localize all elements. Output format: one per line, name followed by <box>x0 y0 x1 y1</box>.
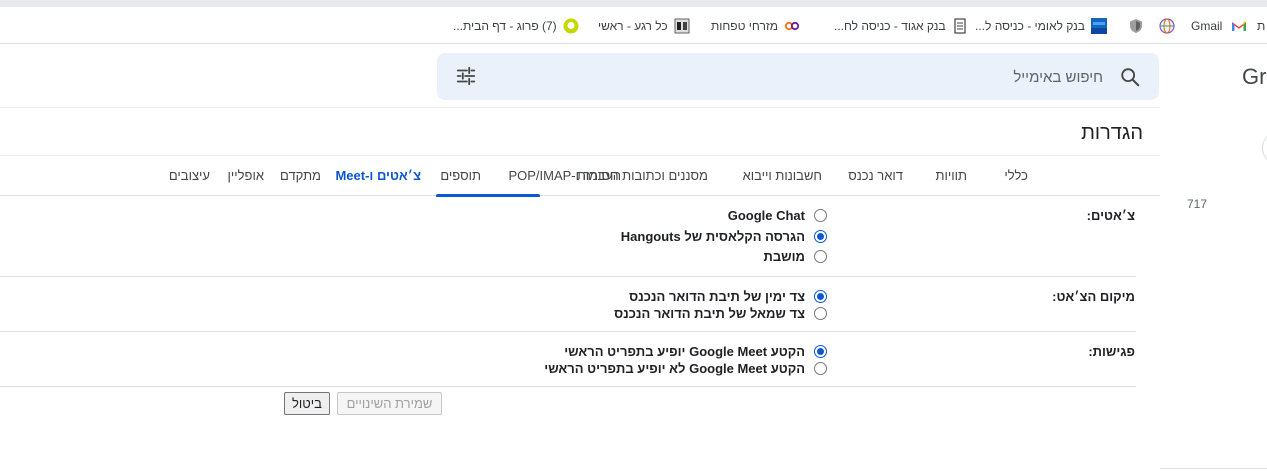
chat-position-radio-right[interactable] <box>814 289 827 303</box>
meet-option-hide[interactable]: הקטע Google Meet לא יופיע בתפריט הראשי <box>544 359 827 377</box>
bookmark-globe[interactable] <box>1159 16 1175 36</box>
tab-chat-meet[interactable]: צ׳אטים ו-Meet <box>335 168 421 183</box>
chat-position-right[interactable]: צד ימין של תיבת הדואר הנכנס <box>629 287 827 305</box>
side-divider <box>1160 468 1267 469</box>
row-divider <box>0 386 1136 387</box>
active-tab-indicator <box>436 194 540 197</box>
search-bar <box>437 53 1159 100</box>
bookmark-partial[interactable]: ת <box>1257 16 1265 36</box>
chat-radio-off[interactable] <box>814 249 827 263</box>
bookmark-frog[interactable]: (7) פרוג - דף הבית... <box>453 16 579 36</box>
gmail-icon <box>1232 21 1246 31</box>
tab-advanced[interactable]: מתקדם <box>280 168 321 183</box>
side-panel-button[interactable] <box>1262 131 1267 165</box>
chat-bubble-icon <box>563 18 579 34</box>
tab-inbox[interactable]: דואר נכנס <box>848 168 903 183</box>
bookmark-mizrahi[interactable]: מזרחי טפחות <box>711 16 800 36</box>
option-label: Google Chat <box>727 207 805 223</box>
globe-icon <box>1159 18 1175 34</box>
tab-labels[interactable]: תוויות <box>936 168 967 183</box>
option-label: הקטע Google Meet יופיע בתפריט הראשי <box>564 343 805 359</box>
bookmark-label: ת <box>1257 19 1266 33</box>
gmail-logo-partial[interactable]: Gr <box>1242 64 1266 90</box>
row-divider <box>0 276 1136 277</box>
tab-addons[interactable]: תוספים <box>440 168 481 183</box>
search-input[interactable] <box>543 65 1103 89</box>
bookmark-gmail[interactable]: Gmail <box>1191 16 1222 36</box>
option-label: הגרסה הקלאסית של Hangouts <box>620 228 805 244</box>
bank-leumi-icon <box>1090 18 1107 34</box>
document-icon <box>954 18 966 34</box>
shield-icon <box>1130 19 1142 33</box>
bookmark-label: בנק לאומי - כניסה ל... <box>975 19 1085 33</box>
tab-offline[interactable]: אופליין <box>228 168 265 183</box>
inbox-count: 717 <box>1187 197 1208 211</box>
chat-option-off[interactable]: מושבת <box>764 247 827 265</box>
mizrahi-icon <box>784 21 800 31</box>
bookmark-label: Gmail <box>1191 19 1223 33</box>
bookmark-label: (7) פרוג - דף הבית... <box>453 19 557 33</box>
browser-top-strip <box>0 0 1267 7</box>
tab-themes[interactable]: עיצובים <box>169 168 210 183</box>
bookmark-shield[interactable] <box>1128 16 1144 36</box>
bookmark-label: בנק אגוד - כניסה לח... <box>834 19 946 33</box>
meet-setting-label: פגישות: <box>1088 344 1135 359</box>
option-label: צד ימין של תיבת הדואר הנכנס <box>629 288 805 304</box>
cancel-button[interactable]: ביטול <box>284 392 330 415</box>
tab-accounts[interactable]: חשבונות וייבוא <box>743 168 822 183</box>
chat-position-left[interactable]: צד שמאל של תיבת הדואר הנכנס <box>614 304 827 322</box>
bookmark-label: מזרחי טפחות <box>711 19 778 33</box>
bookmark-bank-igud[interactable]: בנק אגוד - כניסה לח... <box>834 16 968 36</box>
chat-position-radio-left[interactable] <box>814 306 827 320</box>
header-divider <box>0 107 1160 108</box>
chat-position-label: מיקום הצ׳אט: <box>1052 289 1135 304</box>
chat-radio-hangouts[interactable] <box>814 229 827 243</box>
news-icon <box>674 18 690 34</box>
chat-option-google-chat[interactable]: Google Chat <box>728 206 827 224</box>
bookmarks-bar: ת Gmail בנק לאומי - כניסה ל... בנק אגוד … <box>0 7 1267 44</box>
search-icon[interactable] <box>1119 66 1141 88</box>
bookmark-kol-rega[interactable]: כל רגע - ראשי <box>598 16 690 36</box>
settings-tabs: כללי תוויות דואר נכנס חשבונות וייבוא מסנ… <box>0 155 1160 197</box>
chat-setting-label: צ׳אטים: <box>1086 208 1135 223</box>
meet-radio-show[interactable] <box>814 344 827 358</box>
chat-radio-google-chat[interactable] <box>814 208 827 222</box>
meet-radio-hide[interactable] <box>814 361 827 375</box>
chat-option-hangouts[interactable]: הגרסה הקלאסית של Hangouts <box>621 227 827 245</box>
page-title: הגדרות <box>1081 122 1143 144</box>
option-label: צד שמאל של תיבת הדואר הנכנס <box>614 305 805 321</box>
bookmark-gmail-icon-only[interactable] <box>1231 16 1247 36</box>
tab-forwarding[interactable]: העברה ו-POP/IMAP <box>508 168 621 183</box>
bookmark-bank-leumi[interactable]: בנק לאומי - כניסה ל... <box>975 16 1107 36</box>
search-options-icon[interactable] <box>455 65 477 87</box>
option-label: מושבת <box>763 248 805 264</box>
meet-option-show[interactable]: הקטע Google Meet יופיע בתפריט הראשי <box>564 342 827 360</box>
row-divider <box>0 331 1136 332</box>
tab-general[interactable]: כללי <box>1004 168 1028 183</box>
bookmark-label: כל רגע - ראשי <box>598 19 668 33</box>
save-changes-button[interactable]: שמירת השינויים <box>337 392 442 415</box>
option-label: הקטע Google Meet לא יופיע בתפריט הראשי <box>544 360 805 376</box>
